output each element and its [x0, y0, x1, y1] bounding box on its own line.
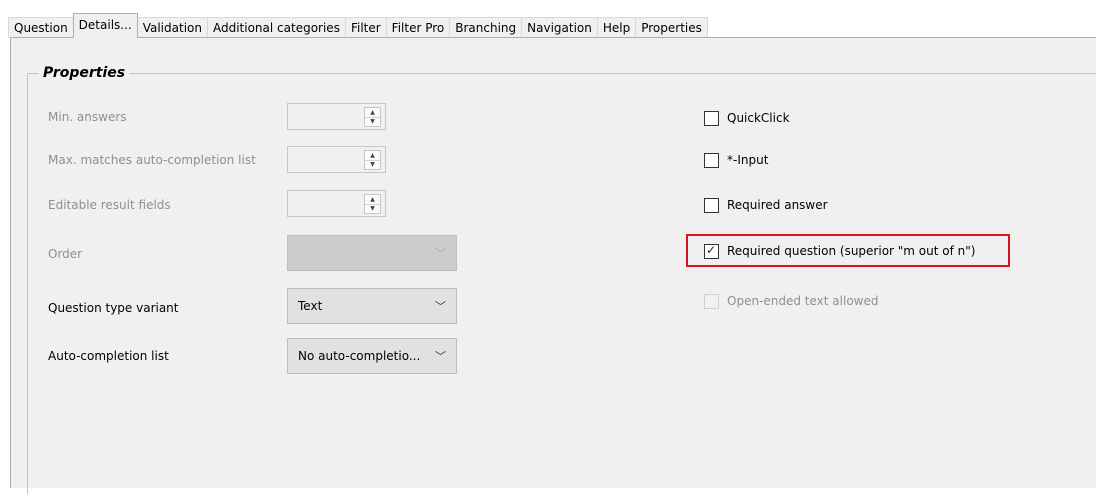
question-type-variant-value: Text [298, 299, 323, 313]
editable-fields-spin-buttons[interactable]: ▲ ▼ [364, 194, 381, 214]
star-input-checkbox-row[interactable]: *-Input [704, 150, 768, 170]
tab-properties[interactable]: Properties [635, 17, 708, 38]
open-ended-text-checkbox-row: Open-ended text allowed [704, 291, 878, 311]
max-matches-label: Max. matches auto-completion list [48, 153, 256, 167]
properties-group-title: Properties [39, 65, 130, 81]
editable-fields-spinbox[interactable]: ▲ ▼ [287, 190, 386, 217]
quickclick-label[interactable]: QuickClick [727, 111, 790, 125]
auto-completion-list-dropdown[interactable]: No auto-completio... ﹀ [287, 338, 457, 374]
tab-filter-pro[interactable]: Filter Pro [385, 17, 451, 38]
tab-navigation[interactable]: Navigation [521, 17, 598, 38]
tab-details[interactable]: Details... [72, 13, 138, 38]
star-input-checkbox[interactable] [704, 152, 719, 168]
required-answer-label[interactable]: Required answer [727, 198, 828, 212]
tab-bar: Question Details... Validation Additiona… [8, 13, 708, 38]
max-matches-spin-buttons[interactable]: ▲ ▼ [364, 150, 381, 170]
chevron-down-icon: ﹀ [435, 300, 446, 313]
min-answers-spin-buttons[interactable]: ▲ ▼ [364, 107, 381, 127]
order-label: Order [48, 247, 83, 261]
required-answer-checkbox-row[interactable]: Required answer [704, 195, 828, 215]
tab-help[interactable]: Help [596, 17, 637, 38]
chevron-down-icon: ﹀ [435, 247, 446, 260]
tab-validation[interactable]: Validation [136, 17, 208, 38]
tab-filter[interactable]: Filter [344, 17, 387, 38]
star-input-label[interactable]: *-Input [727, 153, 768, 167]
auto-completion-list-label: Auto-completion list [48, 349, 169, 363]
question-type-variant-dropdown[interactable]: Text ﹀ [287, 288, 457, 324]
open-ended-text-checkbox [704, 293, 719, 309]
spin-down-icon[interactable]: ▼ [365, 204, 380, 213]
tab-question[interactable]: Question [8, 17, 74, 38]
tab-branching[interactable]: Branching [449, 17, 523, 38]
min-answers-spinbox[interactable]: ▲ ▼ [287, 103, 386, 130]
tab-additional-categories[interactable]: Additional categories [206, 17, 346, 38]
auto-completion-list-value: No auto-completio... [298, 349, 421, 363]
spin-down-icon[interactable]: ▼ [365, 160, 380, 169]
max-matches-spinbox[interactable]: ▲ ▼ [287, 146, 386, 173]
chevron-down-icon: ﹀ [435, 350, 446, 363]
required-answer-checkbox[interactable] [704, 197, 719, 213]
question-type-variant-label: Question type variant [48, 301, 179, 315]
quickclick-checkbox[interactable] [704, 110, 719, 126]
open-ended-text-label: Open-ended text allowed [727, 294, 879, 308]
order-dropdown[interactable]: ﹀ [287, 235, 457, 271]
min-answers-label: Min. answers [48, 110, 127, 124]
editable-fields-label: Editable result fields [48, 198, 171, 212]
properties-groupbox [27, 73, 1096, 494]
quickclick-checkbox-row[interactable]: QuickClick [704, 108, 790, 128]
spin-down-icon[interactable]: ▼ [365, 117, 380, 126]
highlight-box [686, 234, 1010, 267]
